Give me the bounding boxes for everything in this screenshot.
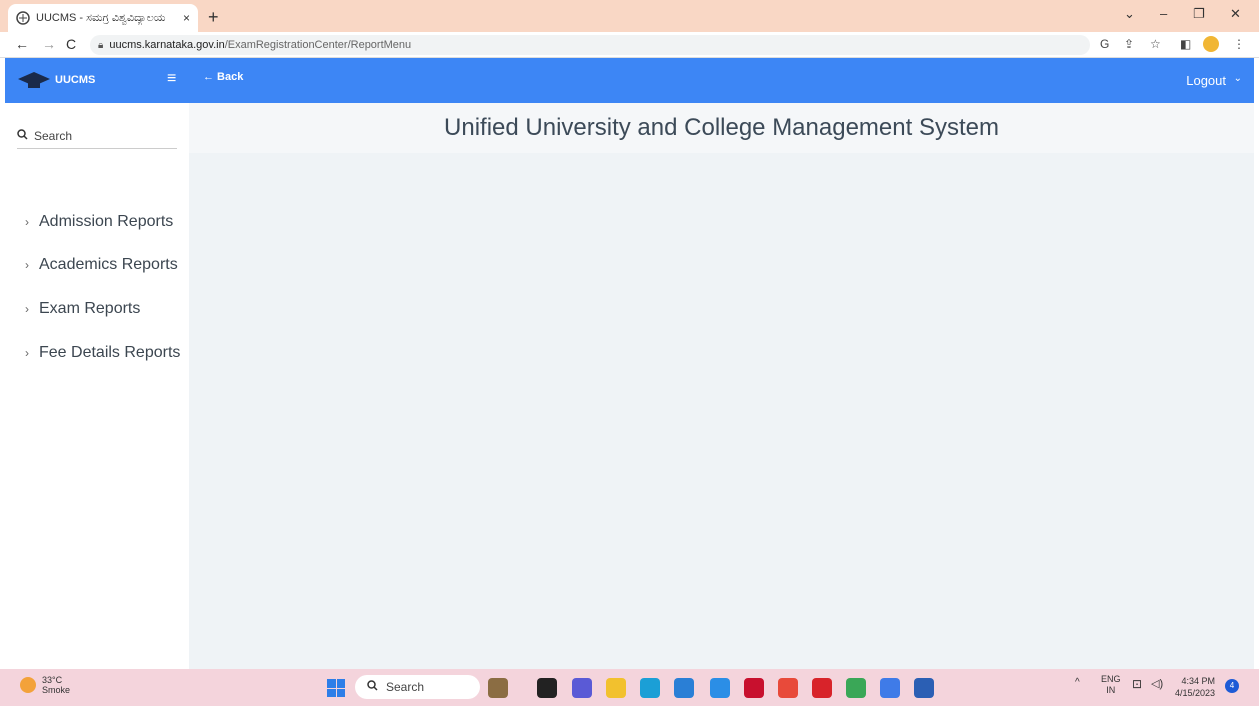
clock-time: 4:34 PM bbox=[1181, 676, 1216, 686]
url-path: /ExamRegistrationCenter/ReportMenu bbox=[224, 39, 412, 51]
photos-icon[interactable] bbox=[488, 678, 508, 698]
weather-desc: Smoke bbox=[42, 685, 71, 695]
weather-temp: 33°C bbox=[42, 675, 63, 685]
sidebar-search[interactable]: Search bbox=[17, 123, 177, 149]
windows-taskbar: 33°C Smoke Search ^ ENG IN ⊡ ◁) 4:34 PM … bbox=[0, 669, 1259, 706]
search-icon bbox=[17, 128, 28, 143]
taskbar-search[interactable]: Search bbox=[355, 675, 480, 699]
google-icon[interactable]: G bbox=[1100, 37, 1109, 51]
side-panel-icon[interactable]: ◧ bbox=[1180, 37, 1191, 51]
bookmark-star-icon[interactable]: ☆ bbox=[1150, 37, 1161, 51]
browser-tab-strip: UUCMS - ಸಮಗ್ರ ವಿಶ್ವವಿದ್ಯಾಲಯ × + ⌄ – ❐ ✕ bbox=[0, 0, 1259, 32]
main-content: Unified University and College Managemen… bbox=[189, 103, 1254, 669]
new-tab-button[interactable]: + bbox=[208, 7, 219, 28]
word-icon[interactable] bbox=[914, 678, 934, 698]
taskbar-search-label: Search bbox=[386, 680, 425, 694]
app-logo[interactable]: UUCMS bbox=[17, 70, 95, 90]
sidebar-item-label: Academics Reports bbox=[39, 256, 178, 273]
lock-icon: 🔒︎ bbox=[98, 39, 104, 51]
speaker-icon[interactable]: ◁) bbox=[1151, 677, 1163, 690]
chrome-canary-icon[interactable] bbox=[880, 678, 900, 698]
minimize-button[interactable]: – bbox=[1160, 6, 1167, 21]
language-indicator[interactable]: ENG IN bbox=[1101, 674, 1121, 696]
weather-widget[interactable]: 33°C Smoke bbox=[20, 675, 70, 695]
terminal-icon[interactable] bbox=[537, 678, 557, 698]
tab-title: UUCMS - ಸಮಗ್ರ ವಿಶ್ವವಿದ್ಯಾಲಯ bbox=[36, 11, 166, 24]
share-icon[interactable]: ⇪ bbox=[1124, 37, 1134, 51]
reload-icon[interactable]: C bbox=[66, 36, 76, 52]
sidebar-item-admission-reports[interactable]: › Admission Reports bbox=[25, 213, 173, 231]
sidebar-item-label: Fee Details Reports bbox=[39, 344, 181, 361]
url-host: uucms.karnataka.gov.in bbox=[109, 39, 225, 51]
photo-viewer-icon[interactable] bbox=[846, 678, 866, 698]
browser-toolbar: ← → C 🔒︎ uucms.karnataka.gov.in /ExamReg… bbox=[0, 32, 1259, 58]
close-tab-icon[interactable]: × bbox=[183, 11, 190, 25]
lang-bottom: IN bbox=[1106, 685, 1116, 695]
more-menu-icon[interactable]: ⋮ bbox=[1233, 37, 1245, 51]
forward-arrow-icon[interactable]: → bbox=[42, 36, 56, 52]
globe-icon bbox=[16, 11, 30, 25]
back-button[interactable]: ← Back bbox=[203, 71, 243, 83]
chevron-right-icon: › bbox=[25, 215, 29, 229]
sidebar: Search › Admission Reports › Academics R… bbox=[5, 103, 189, 669]
network-icon[interactable]: ⊡ bbox=[1132, 677, 1142, 691]
search-icon bbox=[367, 680, 378, 694]
weather-sun-icon bbox=[20, 677, 36, 693]
sidebar-item-academics-reports[interactable]: › Academics Reports bbox=[25, 256, 178, 274]
chevron-right-icon: › bbox=[25, 346, 29, 360]
notification-badge[interactable]: 4 bbox=[1225, 679, 1239, 693]
sidebar-item-label: Exam Reports bbox=[39, 300, 141, 317]
lang-top: ENG bbox=[1101, 674, 1121, 684]
search-input[interactable]: Search bbox=[34, 129, 72, 143]
profile-avatar-icon[interactable] bbox=[1203, 36, 1219, 52]
page-title: Unified University and College Managemen… bbox=[444, 114, 999, 141]
chevron-up-icon[interactable]: ^ bbox=[1075, 677, 1080, 688]
chevron-right-icon: › bbox=[25, 302, 29, 316]
windows-start-icon[interactable] bbox=[327, 679, 345, 697]
back-arrow-icon[interactable]: ← bbox=[15, 36, 29, 52]
hamburger-menu-icon[interactable]: ≡ bbox=[167, 70, 176, 88]
help-icon[interactable] bbox=[710, 678, 730, 698]
title-bar: Unified University and College Managemen… bbox=[189, 103, 1254, 153]
address-bar[interactable]: 🔒︎ uucms.karnataka.gov.in /ExamRegistrat… bbox=[90, 35, 1090, 55]
mail-icon[interactable] bbox=[674, 678, 694, 698]
browser-tab[interactable]: UUCMS - ಸಮಗ್ರ ವಿಶ್ವವಿದ್ಯಾಲಯ × bbox=[8, 4, 198, 32]
clock[interactable]: 4:34 PM 4/15/2023 bbox=[1175, 675, 1215, 699]
graduation-cap-icon bbox=[18, 72, 50, 88]
mcafee-icon[interactable] bbox=[744, 678, 764, 698]
sidebar-item-label: Admission Reports bbox=[39, 213, 174, 230]
logout-button[interactable]: Logout bbox=[1186, 73, 1226, 88]
edge-icon[interactable] bbox=[640, 678, 660, 698]
clock-date: 4/15/2023 bbox=[1175, 688, 1216, 698]
logo-text: UUCMS bbox=[55, 74, 96, 86]
sidebar-item-fee-details-reports[interactable]: › Fee Details Reports bbox=[25, 344, 180, 362]
opera-icon[interactable] bbox=[812, 678, 832, 698]
close-window-button[interactable]: ✕ bbox=[1230, 6, 1241, 22]
chevron-right-icon: › bbox=[25, 258, 29, 272]
chat-icon[interactable] bbox=[572, 678, 592, 698]
file-explorer-icon[interactable] bbox=[606, 678, 626, 698]
app-header: UUCMS ≡ ← Back Logout ⌄ bbox=[5, 58, 1254, 103]
restore-button[interactable]: ❐ bbox=[1193, 6, 1205, 22]
tab-search-icon[interactable]: ⌄ bbox=[1124, 6, 1135, 22]
sidebar-item-exam-reports[interactable]: › Exam Reports bbox=[25, 300, 140, 318]
chevron-down-icon[interactable]: ⌄ bbox=[1234, 73, 1242, 84]
chrome-icon[interactable] bbox=[778, 678, 798, 698]
